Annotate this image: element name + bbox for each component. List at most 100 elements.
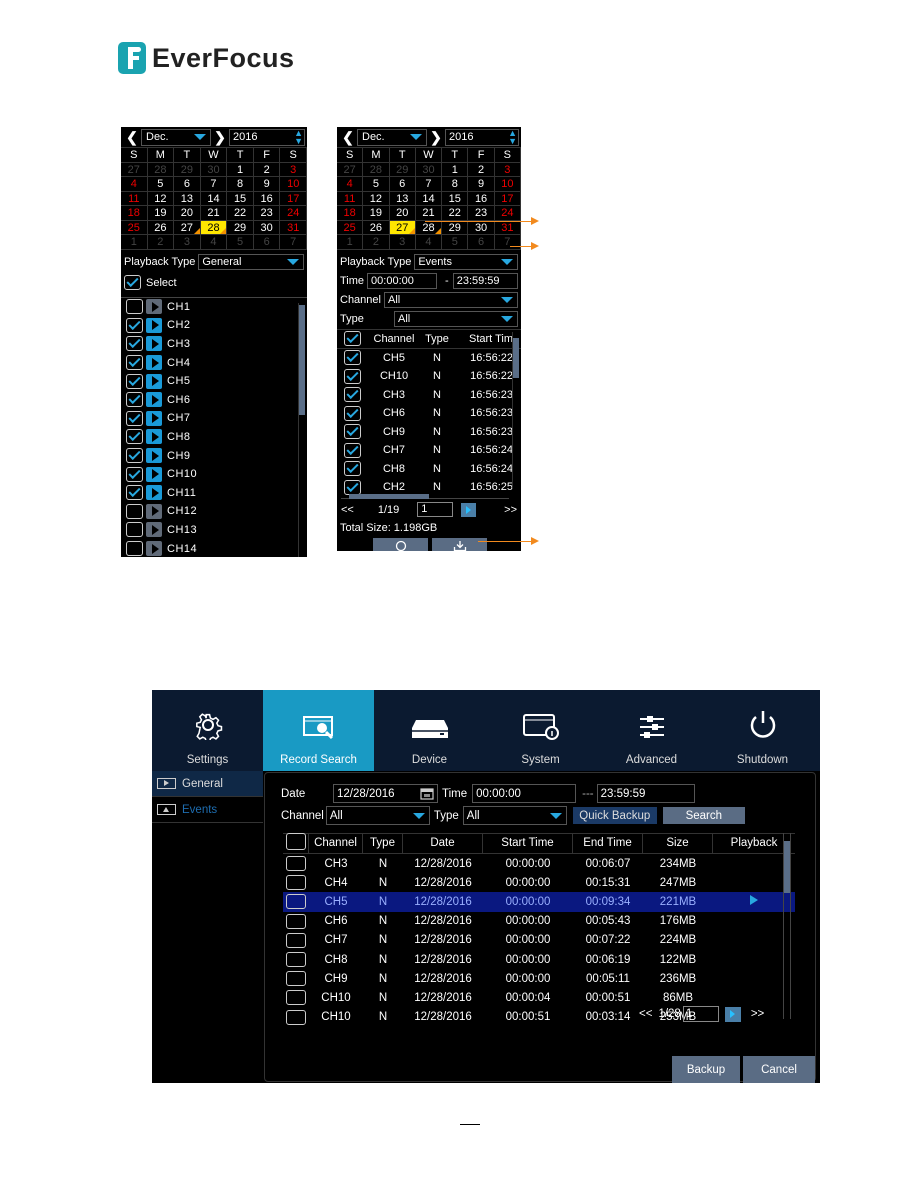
calendar-day[interactable]: 23	[468, 206, 495, 221]
calendar-day[interactable]: 29	[442, 220, 469, 235]
playback-type-select[interactable]: Events	[414, 254, 518, 270]
calendar-day[interactable]: 8	[442, 177, 469, 192]
calendar-day[interactable]: 31	[494, 220, 521, 235]
nav-record-search[interactable]: Record Search	[263, 690, 374, 771]
calendar-day[interactable]: 10	[280, 177, 307, 192]
play-icon[interactable]	[146, 522, 162, 538]
channel-item[interactable]: CH1	[121, 298, 307, 317]
play-icon[interactable]	[146, 317, 162, 333]
calendar-day[interactable]: 28	[200, 220, 228, 235]
nav-device[interactable]: Device	[374, 690, 485, 771]
play-icon[interactable]	[146, 541, 162, 557]
type-select[interactable]: All	[394, 311, 518, 327]
calendar-day[interactable]: 3	[389, 235, 416, 250]
calendar-day[interactable]: 30	[468, 220, 495, 235]
select-all-checkbox[interactable]	[124, 275, 141, 290]
channel-checkbox[interactable]	[126, 317, 143, 333]
table-row[interactable]: CH9 N 16:56:23	[337, 423, 521, 442]
table-row[interactable]: CH5 N 12/28/2016 00:00:00 00:09:34 221MB	[283, 892, 795, 912]
table-row[interactable]: CH6 N 12/28/2016 00:00:00 00:05:43 176MB	[283, 912, 795, 931]
calendar-icon[interactable]	[420, 787, 434, 800]
next-page-button[interactable]: >>	[504, 504, 517, 516]
calendar-day[interactable]: 11	[337, 191, 364, 206]
calendar-day[interactable]: 30	[200, 162, 228, 177]
calendar-day[interactable]: 5	[227, 235, 254, 250]
channel-checkbox[interactable]	[126, 466, 143, 482]
calendar-day[interactable]: 11	[121, 191, 148, 206]
row-checkbox[interactable]	[286, 875, 306, 891]
channel-select[interactable]: All	[325, 806, 430, 825]
channel-item[interactable]: CH13	[121, 521, 307, 540]
calendar-day[interactable]: 7	[200, 177, 228, 192]
calendar-day[interactable]: 18	[337, 206, 364, 221]
calendar-day[interactable]: 27	[337, 162, 364, 177]
time-end-input[interactable]: 23:59:59	[596, 784, 695, 803]
channel-checkbox[interactable]	[126, 448, 143, 464]
channel-item[interactable]: CH5	[121, 372, 307, 391]
date-input[interactable]: 12/28/2016	[333, 784, 438, 803]
row-checkbox[interactable]	[343, 368, 361, 384]
calendar-day[interactable]: 17	[494, 191, 521, 206]
calendar-day[interactable]: 19	[147, 206, 175, 221]
row-checkbox[interactable]	[286, 913, 306, 929]
search-button[interactable]: Search	[662, 807, 745, 824]
calendar-day[interactable]: 2	[363, 235, 390, 250]
channel-list-scrollbar[interactable]	[298, 302, 305, 557]
playback-type-select[interactable]: General	[198, 254, 304, 270]
table-row[interactable]: CH3 N 16:56:23	[337, 386, 521, 405]
channel-item[interactable]: CH8	[121, 428, 307, 447]
search-button[interactable]	[373, 537, 428, 551]
channel-checkbox[interactable]	[126, 541, 143, 557]
next-month-button[interactable]: ❯	[211, 129, 229, 146]
calendar-day[interactable]: 16	[253, 191, 281, 206]
table-row[interactable]: CH4 N 12/28/2016 00:00:00 00:15:31 247MB	[283, 873, 795, 892]
calendar-day[interactable]: 27	[174, 220, 201, 235]
calendar-day[interactable]: 2	[468, 162, 495, 177]
scrollbar-thumb[interactable]	[513, 337, 519, 378]
play-icon[interactable]	[146, 336, 162, 352]
calendar-day[interactable]: 22	[442, 206, 469, 221]
channel-item[interactable]: CH2	[121, 316, 307, 335]
calendar-day[interactable]: 1	[227, 162, 254, 177]
calendar-day[interactable]: 2	[253, 162, 281, 177]
row-checkbox[interactable]	[343, 479, 361, 495]
time-end-input[interactable]: 23:59:59	[452, 273, 518, 289]
table-row[interactable]: CH10 N 16:56:22	[337, 367, 521, 386]
column-header-end-time[interactable]: End Time	[573, 833, 643, 854]
table-row[interactable]: CH7 N 16:56:24	[337, 441, 521, 460]
play-icon[interactable]	[146, 299, 162, 315]
prev-month-button[interactable]: ❮	[123, 129, 141, 146]
calendar-day[interactable]: 15	[442, 191, 469, 206]
sidebar-item-events[interactable]: Events	[152, 797, 263, 823]
calendar-day[interactable]: 13	[174, 191, 201, 206]
nav-system[interactable]: System	[485, 690, 596, 771]
cancel-button[interactable]: Cancel	[743, 1056, 815, 1083]
calendar-day[interactable]: 13	[389, 191, 416, 206]
calendar-day[interactable]: 4	[121, 177, 148, 192]
channel-checkbox[interactable]	[126, 503, 143, 519]
channel-checkbox[interactable]	[126, 373, 143, 389]
channel-item[interactable]: CH7	[121, 409, 307, 428]
go-page-button[interactable]	[724, 1006, 741, 1022]
calendar-day[interactable]: 23	[253, 206, 281, 221]
calendar-day[interactable]: 28	[147, 162, 175, 177]
scrollbar-thumb[interactable]	[784, 841, 790, 893]
calendar-day[interactable]: 1	[121, 235, 148, 250]
spinner-arrows-icon[interactable]: ▲ ▼	[294, 129, 303, 146]
month-select[interactable]: Dec.	[357, 128, 427, 146]
calendar-day[interactable]: 5	[363, 177, 390, 192]
calendar-day[interactable]: 1	[442, 162, 469, 177]
row-checkbox[interactable]	[286, 952, 306, 968]
calendar-day[interactable]: 18	[121, 206, 148, 221]
play-icon[interactable]	[146, 448, 162, 464]
channel-item[interactable]: CH6	[121, 390, 307, 409]
calendar-day[interactable]: 25	[337, 220, 364, 235]
play-icon[interactable]	[146, 355, 162, 371]
row-checkbox[interactable]	[286, 932, 306, 948]
calendar-day[interactable]: 5	[442, 235, 469, 250]
year-spinner[interactable]: 2016 ▲ ▼	[445, 128, 519, 146]
column-header-type[interactable]: Type	[363, 833, 403, 854]
calendar-day[interactable]: 16	[468, 191, 495, 206]
select-all-checkbox[interactable]	[343, 331, 361, 346]
table-row[interactable]: CH7 N 12/28/2016 00:00:00 00:07:22 224MB	[283, 931, 795, 950]
